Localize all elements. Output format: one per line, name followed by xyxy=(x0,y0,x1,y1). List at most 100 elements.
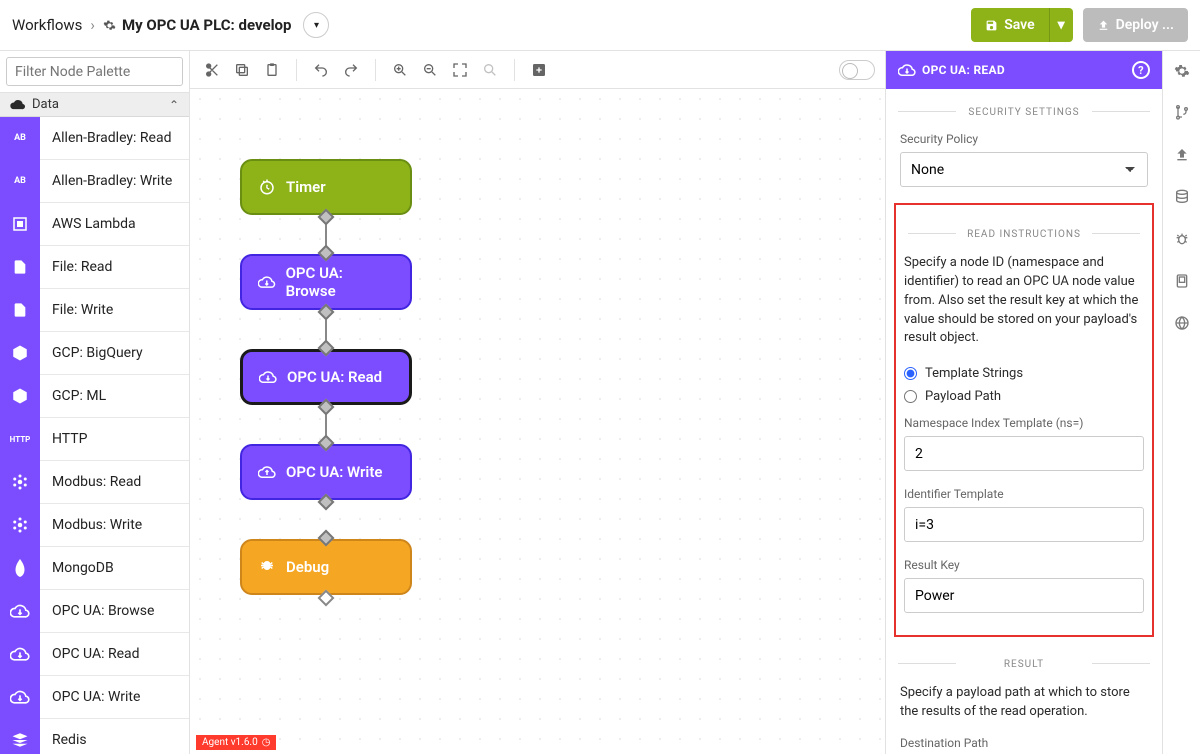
breadcrumb-root[interactable]: Workflows xyxy=(12,16,82,34)
palette-item[interactable]: OPC UA: Write xyxy=(0,676,189,719)
palette-item-label: Allen-Bradley: Write xyxy=(40,173,172,189)
inspector-panel: OPC UA: READ ? SECURITY SETTINGS Securit… xyxy=(885,51,1162,754)
palette-item-icon xyxy=(0,719,40,754)
paste-icon[interactable] xyxy=(260,58,284,82)
palette-item-icon xyxy=(0,375,40,418)
palette-item-icon xyxy=(0,504,40,547)
undo-icon[interactable] xyxy=(309,58,333,82)
add-node-icon[interactable] xyxy=(527,58,551,82)
palette-item-label: File: Write xyxy=(40,302,113,318)
canvas-area: Timer OPC UA: Browse OPC UA: Read OPC UA… xyxy=(190,51,885,754)
read-help: Specify a node ID (namespace and identif… xyxy=(896,254,1152,362)
section-result: RESULT xyxy=(886,641,1162,684)
canvas-toolbar xyxy=(190,51,885,89)
palette-item[interactable]: OPC UA: Browse xyxy=(0,590,189,633)
palette-item-label: Modbus: Write xyxy=(40,517,142,533)
palette-item[interactable]: AWS Lambda xyxy=(0,203,189,246)
security-policy-label: Security Policy xyxy=(900,132,1148,146)
palette-item-label: HTTP xyxy=(40,431,87,447)
palette-item-label: Redis xyxy=(40,732,87,748)
palette-item[interactable]: MongoDB xyxy=(0,547,189,590)
security-policy-select[interactable]: None xyxy=(900,152,1148,187)
identifier-input[interactable] xyxy=(904,507,1144,542)
deploy-button: Deploy ... xyxy=(1083,8,1188,42)
dest-path-label: Destination Path xyxy=(900,736,1148,750)
fit-icon[interactable] xyxy=(448,58,472,82)
chevron-up-icon: ⌃ xyxy=(169,98,179,112)
palette-item-label: OPC UA: Browse xyxy=(40,603,154,619)
palette-item-icon: HTTP xyxy=(0,418,40,461)
cloud-download-icon xyxy=(898,64,916,76)
rail-database-icon[interactable] xyxy=(1174,189,1190,209)
ns-input[interactable] xyxy=(904,436,1144,471)
bug-icon xyxy=(258,558,276,576)
topbar: Workflows › My OPC UA PLC: develop ▾ Sav… xyxy=(0,0,1200,50)
node-opcua-browse[interactable]: OPC UA: Browse xyxy=(240,254,412,310)
upload-icon xyxy=(1097,19,1110,32)
palette-item-icon xyxy=(0,547,40,590)
canvas-toggle[interactable] xyxy=(839,60,875,80)
gear-icon xyxy=(103,19,116,32)
palette-item-label: GCP: BigQuery xyxy=(40,345,143,361)
palette-filter-input[interactable] xyxy=(6,57,183,86)
palette-item-icon xyxy=(0,590,40,633)
palette-item-label: MongoDB xyxy=(40,560,114,576)
breadcrumb-dropdown[interactable]: ▾ xyxy=(303,12,329,38)
palette-item-icon: AB xyxy=(0,160,40,203)
radio-template-strings[interactable]: Template Strings xyxy=(896,362,1152,385)
save-dropdown[interactable]: ▾ xyxy=(1049,8,1073,42)
palette-item[interactable]: File: Write xyxy=(0,289,189,332)
clock-icon xyxy=(258,178,276,196)
palette-item[interactable]: File: Read xyxy=(0,246,189,289)
cut-icon[interactable] xyxy=(200,58,224,82)
palette-item-icon xyxy=(0,246,40,289)
clock-small-icon: ◷ xyxy=(262,737,271,748)
palette-category-header[interactable]: Data ⌃ xyxy=(0,93,189,117)
palette-item-icon: AB xyxy=(0,117,40,160)
help-icon[interactable]: ? xyxy=(1132,61,1150,79)
node-opcua-read[interactable]: OPC UA: Read xyxy=(240,349,412,405)
palette-item[interactable]: Modbus: Write xyxy=(0,504,189,547)
palette-item[interactable]: HTTPHTTP xyxy=(0,418,189,461)
palette-item-icon xyxy=(0,332,40,375)
chevron-right-icon: › xyxy=(90,16,95,34)
palette-item[interactable]: GCP: BigQuery xyxy=(0,332,189,375)
right-rail xyxy=(1162,51,1200,754)
cloud-download-icon xyxy=(259,371,277,383)
node-palette: Data ⌃ ABAllen-Bradley: ReadABAllen-Brad… xyxy=(0,51,190,754)
palette-item[interactable]: Modbus: Read xyxy=(0,461,189,504)
zoom-in-icon[interactable] xyxy=(388,58,412,82)
palette-item[interactable]: ABAllen-Bradley: Write xyxy=(0,160,189,203)
node-timer[interactable]: Timer xyxy=(240,159,412,215)
search-canvas-icon[interactable] xyxy=(478,58,502,82)
save-button[interactable]: Save xyxy=(971,8,1048,42)
rail-bug-icon[interactable] xyxy=(1174,231,1190,251)
rail-globe-icon[interactable] xyxy=(1174,315,1190,335)
palette-item[interactable]: ABAllen-Bradley: Read xyxy=(0,117,189,160)
palette-item[interactable]: GCP: ML xyxy=(0,375,189,418)
radio-payload-path[interactable]: Payload Path xyxy=(896,385,1152,408)
rail-gear-icon[interactable] xyxy=(1174,63,1190,83)
palette-item[interactable]: OPC UA: Read xyxy=(0,633,189,676)
section-security: SECURITY SETTINGS xyxy=(886,89,1162,132)
palette-item[interactable]: Redis xyxy=(0,719,189,754)
topbar-actions: Save ▾ Deploy ... xyxy=(971,8,1188,42)
rail-upload-icon[interactable] xyxy=(1174,147,1190,167)
palette-item-label: GCP: ML xyxy=(40,388,106,404)
zoom-out-icon[interactable] xyxy=(418,58,442,82)
breadcrumb: Workflows › My OPC UA PLC: develop ▾ xyxy=(12,12,329,38)
result-key-input[interactable] xyxy=(904,578,1144,613)
canvas[interactable]: Timer OPC UA: Browse OPC UA: Read OPC UA… xyxy=(190,89,885,754)
palette-item-label: OPC UA: Read xyxy=(40,646,140,662)
node-debug[interactable]: Debug xyxy=(240,539,412,595)
copy-icon[interactable] xyxy=(230,58,254,82)
inspector-header: OPC UA: READ ? xyxy=(886,51,1162,89)
breadcrumb-title[interactable]: My OPC UA PLC: develop xyxy=(103,16,292,34)
node-opcua-write[interactable]: OPC UA: Write xyxy=(240,444,412,500)
redo-icon[interactable] xyxy=(339,58,363,82)
section-read: READ INSTRUCTIONS xyxy=(896,211,1152,254)
palette-item-label: Allen-Bradley: Read xyxy=(40,130,171,146)
rail-branch-icon[interactable] xyxy=(1174,105,1190,125)
agent-badge: Agent v1.6.0 ◷ xyxy=(196,735,276,750)
rail-device-icon[interactable] xyxy=(1174,273,1190,293)
